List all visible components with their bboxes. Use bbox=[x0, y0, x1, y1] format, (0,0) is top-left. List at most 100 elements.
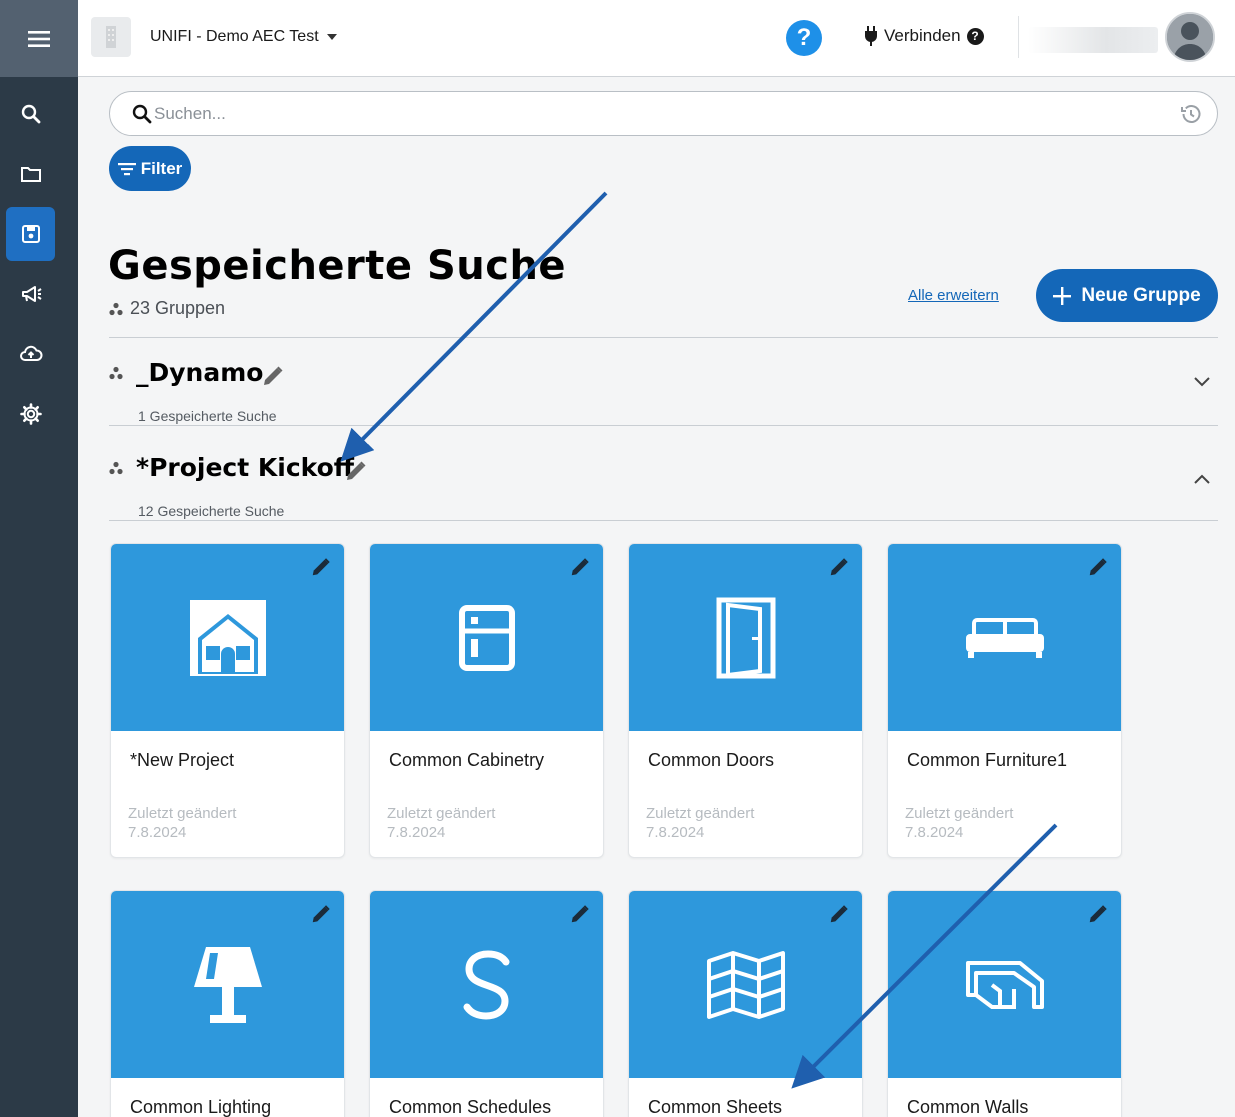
group-dots-icon bbox=[109, 302, 123, 315]
pencil-icon[interactable] bbox=[1087, 556, 1109, 578]
door-icon bbox=[716, 597, 775, 678]
pencil-icon[interactable] bbox=[828, 903, 850, 925]
saved-search-card[interactable]: Common Lighting bbox=[110, 890, 345, 1117]
pencil-icon[interactable] bbox=[310, 556, 332, 578]
card-title: Common Cabinetry bbox=[389, 750, 545, 770]
user-name-redacted[interactable] bbox=[1028, 27, 1158, 53]
pencil-icon[interactable] bbox=[261, 364, 285, 388]
sidebar-item-announcements[interactable] bbox=[6, 267, 55, 321]
card-image bbox=[370, 891, 603, 1078]
help-label: ? bbox=[796, 24, 812, 51]
pencil-icon[interactable] bbox=[569, 903, 591, 925]
expand-all-link[interactable]: Alle erweitern bbox=[908, 287, 999, 304]
filter-button[interactable]: Filter bbox=[109, 146, 191, 191]
group-count-label: 1 Gespeicherte Suche bbox=[138, 408, 277, 424]
card-meta-date: 7.8.2024 bbox=[387, 824, 446, 841]
group-count: 23 Gruppen bbox=[109, 298, 225, 319]
header-separator bbox=[1018, 16, 1019, 58]
sofa-icon bbox=[965, 617, 1044, 658]
help-button[interactable]: ? bbox=[786, 20, 822, 56]
pencil-icon[interactable] bbox=[344, 459, 368, 483]
save-icon bbox=[21, 225, 40, 243]
divider bbox=[109, 520, 1218, 521]
saved-search-card[interactable]: Common Walls bbox=[887, 890, 1122, 1117]
saved-search-card[interactable]: Common Cabinetry Zuletzt geändert 7.8.20… bbox=[369, 543, 604, 858]
sidebar-item-search[interactable] bbox=[6, 87, 55, 141]
group-dots-icon bbox=[109, 366, 123, 380]
chevron-down-icon[interactable] bbox=[1194, 377, 1210, 387]
pencil-icon[interactable] bbox=[310, 903, 332, 925]
lamp-icon bbox=[193, 946, 262, 1023]
card-image bbox=[111, 544, 344, 731]
divider bbox=[109, 337, 1218, 338]
card-image bbox=[111, 891, 344, 1078]
saved-search-card[interactable]: Common Sheets bbox=[628, 890, 863, 1117]
saved-search-card[interactable]: Common Furniture1 Zuletzt geändert 7.8.2… bbox=[887, 543, 1122, 858]
chevron-up-icon[interactable] bbox=[1194, 474, 1210, 484]
hamburger-icon bbox=[28, 30, 50, 47]
card-meta-date: 7.8.2024 bbox=[905, 824, 964, 841]
search-icon bbox=[132, 104, 152, 124]
saved-search-card[interactable]: Common Schedules bbox=[369, 890, 604, 1117]
card-meta-date: 7.8.2024 bbox=[128, 824, 187, 841]
saved-search-card[interactable]: Common Doors Zuletzt geändert 7.8.2024 bbox=[628, 543, 863, 858]
group-dots-icon bbox=[109, 461, 123, 475]
cabinet-icon bbox=[458, 604, 515, 671]
card-title: Common Schedules bbox=[389, 1097, 552, 1117]
card-image bbox=[370, 544, 603, 731]
card-meta: Zuletzt geändert 7.8.2024 bbox=[128, 804, 236, 842]
page-title: Gespeicherte Suche bbox=[108, 243, 567, 289]
group-project-kickoff[interactable]: *Project Kickoff 12 Gespeicherte Suche bbox=[109, 447, 1218, 521]
card-meta-label: Zuletzt geändert bbox=[387, 805, 496, 822]
connect-help-icon[interactable]: ? bbox=[966, 27, 984, 45]
pencil-icon[interactable] bbox=[1087, 903, 1109, 925]
pencil-icon[interactable] bbox=[569, 556, 591, 578]
card-meta-label: Zuletzt geändert bbox=[646, 805, 755, 822]
card-meta: Zuletzt geändert 7.8.2024 bbox=[905, 804, 1013, 842]
avatar[interactable] bbox=[1165, 12, 1215, 62]
search-bar bbox=[109, 91, 1218, 136]
cloud-upload-icon bbox=[19, 345, 42, 361]
group-count-label: 12 Gespeicherte Suche bbox=[138, 503, 285, 519]
history-icon[interactable] bbox=[1179, 102, 1203, 126]
walls-icon bbox=[965, 960, 1044, 1009]
gear-icon bbox=[19, 403, 42, 425]
group-title: *Project Kickoff bbox=[136, 453, 355, 482]
new-group-button[interactable]: Neue Gruppe bbox=[1036, 269, 1218, 322]
filter-label: Filter bbox=[140, 158, 183, 178]
card-title: Common Sheets bbox=[648, 1097, 783, 1117]
user-silhouette-icon bbox=[1167, 14, 1213, 60]
card-title: Common Furniture1 bbox=[907, 750, 1068, 770]
connect-label: Verbinden bbox=[884, 26, 961, 45]
connect-help-label: ? bbox=[971, 29, 979, 43]
caret-down-icon bbox=[326, 34, 337, 40]
card-title: Common Doors bbox=[648, 750, 775, 770]
card-meta-label: Zuletzt geändert bbox=[905, 805, 1014, 822]
card-meta-date: 7.8.2024 bbox=[646, 824, 705, 841]
new-group-label: Neue Gruppe bbox=[1081, 284, 1201, 306]
project-name: UNIFI - Demo AEC Test bbox=[150, 28, 319, 45]
project-selector[interactable]: UNIFI - Demo AEC Test bbox=[150, 28, 337, 46]
group-count-label: 23 Gruppen bbox=[130, 298, 226, 318]
plus-icon bbox=[1053, 286, 1072, 305]
sidebar-item-settings[interactable] bbox=[6, 387, 55, 441]
search-input[interactable] bbox=[154, 102, 1154, 126]
sidebar-item-saved-searches[interactable] bbox=[6, 207, 55, 261]
card-image bbox=[629, 891, 862, 1078]
pencil-icon[interactable] bbox=[828, 556, 850, 578]
group-dynamo[interactable]: _Dynamo 1 Gespeicherte Suche bbox=[109, 352, 1218, 426]
card-image bbox=[629, 544, 862, 731]
group-title: _Dynamo bbox=[136, 358, 264, 387]
menu-toggle[interactable] bbox=[0, 0, 78, 77]
sidebar-item-upload[interactable] bbox=[6, 327, 55, 381]
card-meta-label: Zuletzt geändert bbox=[128, 805, 237, 822]
card-title: *New Project bbox=[130, 750, 235, 770]
folder-icon bbox=[20, 167, 41, 182]
saved-search-card[interactable]: *New Project Zuletzt geändert 7.8.2024 bbox=[110, 543, 345, 858]
card-image bbox=[888, 891, 1121, 1078]
connect-button[interactable]: Verbinden ? bbox=[864, 26, 984, 46]
building-icon bbox=[106, 26, 116, 48]
card-title: Common Walls bbox=[907, 1097, 1029, 1117]
letter-s-icon bbox=[463, 949, 509, 1020]
sidebar-item-folders[interactable] bbox=[6, 147, 55, 201]
